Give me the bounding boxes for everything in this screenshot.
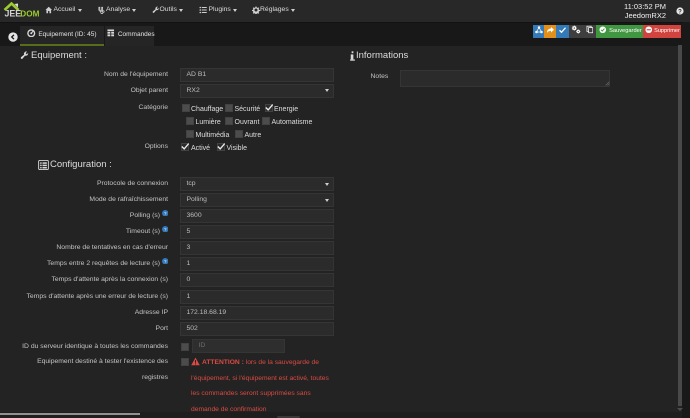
svg-text:DOM: DOM (20, 10, 39, 19)
svg-text:JEE: JEE (5, 9, 22, 19)
svg-text:?: ? (678, 9, 682, 15)
